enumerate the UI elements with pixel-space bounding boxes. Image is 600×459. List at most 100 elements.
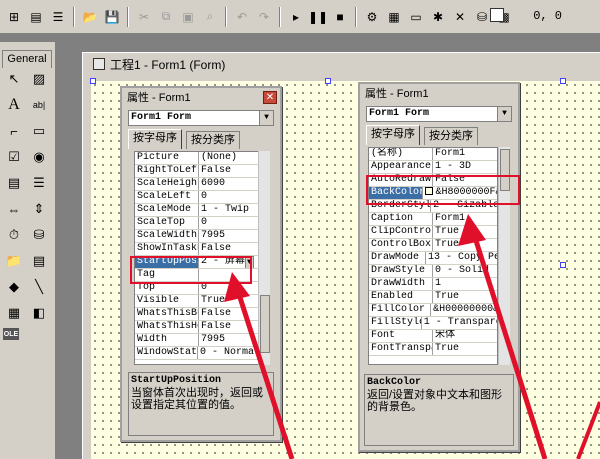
save-icon[interactable]: 💾 — [102, 7, 122, 27]
image-icon[interactable]: ▦ — [3, 302, 25, 324]
property-value[interactable]: True — [433, 226, 459, 238]
property-value[interactable]: 7995 — [199, 230, 225, 242]
chevron-down-icon[interactable]: ▼ — [497, 107, 511, 121]
copy-icon[interactable]: ⧉ — [156, 7, 176, 27]
property-value[interactable]: 0 - Solid — [433, 265, 489, 277]
resize-handle[interactable] — [560, 262, 566, 268]
property-row[interactable]: ScaleWidth 7995 — [135, 230, 259, 243]
property-value[interactable]: True — [199, 295, 225, 307]
property-row[interactable]: ScaleMode 1 - Twip — [135, 204, 259, 217]
property-row[interactable]: WindowState 0 - Normal — [135, 347, 259, 360]
property-row[interactable]: Caption Form1 — [369, 213, 497, 226]
property-value[interactable]: 6090 — [199, 178, 225, 190]
property-row[interactable]: FillColor &H00000000& — [369, 304, 497, 317]
property-row[interactable]: Picture (None) — [135, 152, 259, 165]
close-icon[interactable]: ✕ — [263, 90, 277, 104]
timer-icon[interactable]: ⏱ — [3, 224, 25, 246]
property-row[interactable]: DrawStyle 0 - Solid — [369, 265, 497, 278]
property-row[interactable]: WhatsThisButtonFalse — [135, 308, 259, 321]
property-row[interactable]: ScaleLeft 0 — [135, 191, 259, 204]
checkbox-icon[interactable]: ☑ — [3, 146, 25, 168]
add-project-icon[interactable]: ⊞ — [4, 7, 24, 27]
tab-categorized[interactable]: 按分类序 — [424, 127, 478, 145]
tab-categorized[interactable]: 按分类序 — [186, 131, 240, 149]
data-icon[interactable]: ◧ — [28, 302, 50, 324]
vertical-scrollbar[interactable] — [258, 151, 270, 365]
toolbox-tab-general[interactable]: General — [2, 50, 52, 68]
redo-icon[interactable]: ↷ — [254, 7, 274, 27]
shape-icon[interactable]: ◆ — [3, 276, 25, 298]
cut-icon[interactable]: ✂ — [134, 7, 154, 27]
property-value[interactable]: True — [433, 343, 459, 355]
property-value[interactable]: 1 - Twip — [199, 204, 249, 216]
property-row[interactable]: RightToLeft False — [135, 165, 259, 178]
properties-icon[interactable]: ▦ — [384, 7, 404, 27]
find-icon[interactable]: ⌕ — [200, 7, 220, 27]
property-row[interactable]: (名称) Form1 — [369, 148, 497, 161]
textbox-icon[interactable]: ab| — [28, 94, 50, 116]
data-view-icon[interactable]: ⛁ — [472, 7, 492, 27]
property-value[interactable]: True — [433, 291, 459, 303]
object-browser-icon[interactable]: ✱ — [428, 7, 448, 27]
pointer-icon[interactable]: ↖ — [3, 68, 25, 90]
ole-icon[interactable]: OLE — [3, 328, 19, 340]
listbox-icon[interactable]: ☰ — [28, 172, 50, 194]
filelistbox-icon[interactable]: ▤ — [28, 250, 50, 272]
paste-icon[interactable]: ▣ — [178, 7, 198, 27]
resize-handle[interactable] — [560, 78, 566, 84]
property-value[interactable]: 1 - Transparent — [422, 317, 497, 329]
property-value[interactable]: 0 — [199, 191, 207, 203]
property-value[interactable]: (None) — [199, 152, 237, 164]
dirlistbox-icon[interactable]: 📁 — [3, 250, 25, 272]
tab-alphabetic[interactable]: 按字母序 — [128, 129, 182, 149]
property-row[interactable]: ControlBox True — [369, 239, 497, 252]
property-row[interactable]: ScaleHeight 6090 — [135, 178, 259, 191]
property-value[interactable]: False — [199, 165, 231, 177]
vscrollbar-icon[interactable]: ⇕ — [28, 198, 50, 220]
project-explorer-icon[interactable]: ⚙ — [362, 7, 382, 27]
property-row[interactable]: DrawMode13 - Copy Pen — [369, 252, 497, 265]
stop-icon[interactable]: ■ — [330, 7, 350, 27]
property-value[interactable]: 1 — [433, 278, 441, 290]
property-row[interactable]: WhatsThisHelpFalse — [135, 321, 259, 334]
property-row[interactable]: ScaleTop 0 — [135, 217, 259, 230]
drivelistbox-icon[interactable]: ⛁ — [28, 224, 50, 246]
undo-icon[interactable]: ↶ — [232, 7, 252, 27]
tab-alphabetic[interactable]: 按字母序 — [366, 125, 420, 145]
property-value[interactable]: 0 — [199, 217, 207, 229]
resize-handle[interactable] — [325, 78, 331, 84]
property-row[interactable]: Width 7995 — [135, 334, 259, 347]
object-selector[interactable]: Form1 Form ▼ — [128, 110, 274, 126]
property-value[interactable]: 13 - Copy Pen — [426, 252, 497, 264]
add-form-icon[interactable]: ▤ — [26, 7, 46, 27]
property-value[interactable]: &H00000000& — [431, 304, 497, 316]
property-row[interactable]: FillStyle1 - Transparent — [369, 317, 497, 330]
property-row[interactable]: Appearance 1 - 3D — [369, 161, 497, 174]
optionbutton-icon[interactable]: ◉ — [28, 146, 50, 168]
resize-handle[interactable] — [90, 78, 96, 84]
property-row[interactable]: FontTransparentTrue — [369, 343, 497, 356]
commandbutton-icon[interactable]: ▭ — [28, 120, 50, 142]
property-row[interactable]: ClipControlsTrue — [369, 226, 497, 239]
hscrollbar-icon[interactable]: ⇔ — [3, 198, 25, 220]
form-layout-icon[interactable]: ▭ — [406, 7, 426, 27]
property-row[interactable]: Visible True — [135, 295, 259, 308]
picturebox-icon[interactable]: ▨ — [28, 68, 50, 90]
property-row[interactable]: Font 宋体 — [369, 330, 497, 343]
property-row[interactable]: ShowInTaskbarFalse — [135, 243, 259, 256]
property-value[interactable]: 7995 — [199, 334, 225, 346]
property-value[interactable]: 宋体 — [433, 330, 455, 342]
open-icon[interactable]: 📂 — [80, 7, 100, 27]
property-value[interactable]: Form1 — [433, 148, 465, 160]
run-icon[interactable]: ▸ — [286, 7, 306, 27]
property-value[interactable]: False — [199, 308, 231, 320]
toolbox-icon[interactable]: ✕ — [450, 7, 470, 27]
combobox-icon[interactable]: ▤ — [3, 172, 25, 194]
property-value[interactable]: True — [433, 239, 459, 251]
property-value[interactable]: Form1 — [433, 213, 465, 225]
frame-icon[interactable]: ⌐ — [3, 120, 25, 142]
property-row[interactable]: Enabled True — [369, 291, 497, 304]
chevron-down-icon[interactable]: ▼ — [259, 111, 273, 125]
property-value[interactable]: False — [199, 243, 231, 255]
property-value[interactable]: False — [199, 321, 231, 333]
